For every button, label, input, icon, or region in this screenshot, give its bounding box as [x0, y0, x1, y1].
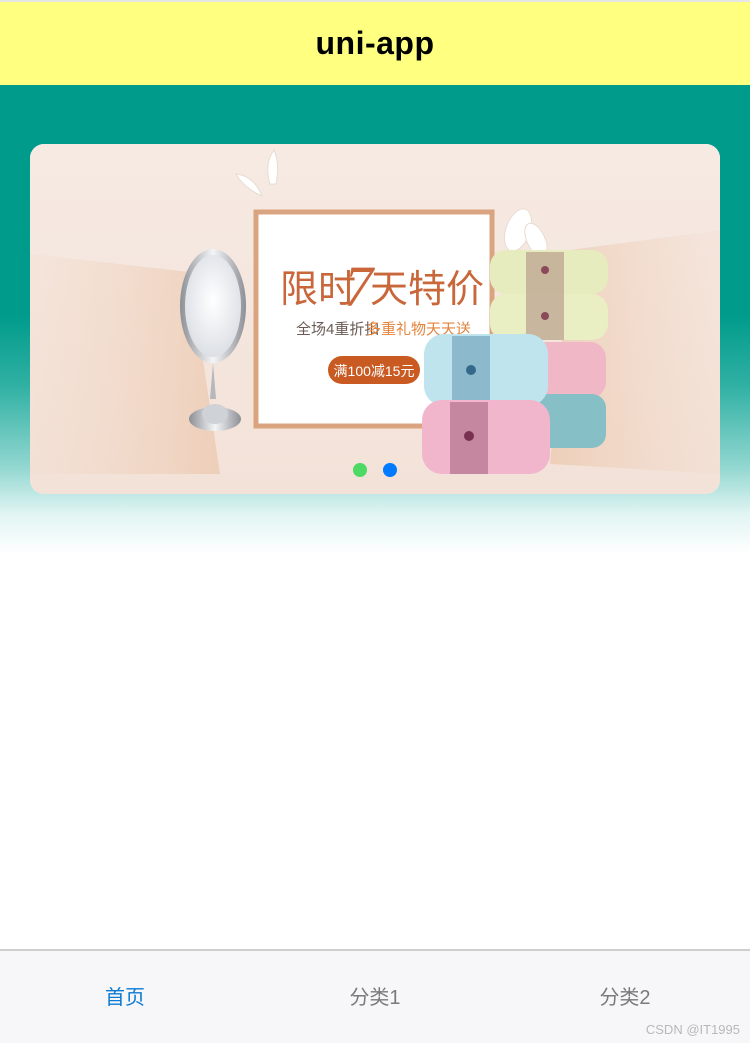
hero-section: 限时 7 天特价 全场4重折扣 多重礼物天天送 满100减15元 [0, 85, 750, 555]
indicator-dot-2[interactable] [383, 463, 397, 477]
tab-home[interactable]: 首页 [0, 951, 250, 1043]
watermark: CSDN @IT1995 [645, 1022, 740, 1037]
tab-category-2-label: 分类2 [599, 986, 651, 1009]
tab-home-label: 首页 [105, 986, 145, 1009]
page-title: uni-app [315, 25, 435, 61]
tab-category-1[interactable]: 分类1 [250, 951, 500, 1043]
banner-swiper[interactable]: 限时 7 天特价 全场4重折扣 多重礼物天天送 满100减15元 [30, 144, 720, 494]
tab-bar: 首页 分类1 分类2 CSDN @IT1995 [0, 949, 750, 1043]
banner-image: 限时 7 天特价 全场4重折扣 多重礼物天天送 满100减15元 [30, 144, 720, 494]
tab-category-1-label: 分类1 [349, 986, 401, 1009]
swiper-indicator [30, 463, 720, 477]
indicator-dot-1[interactable] [353, 463, 367, 477]
navigation-bar: uni-app [0, 2, 750, 85]
headline-part2: 天特价 [370, 269, 484, 311]
coupon-text: 满100减15元 [334, 363, 415, 379]
